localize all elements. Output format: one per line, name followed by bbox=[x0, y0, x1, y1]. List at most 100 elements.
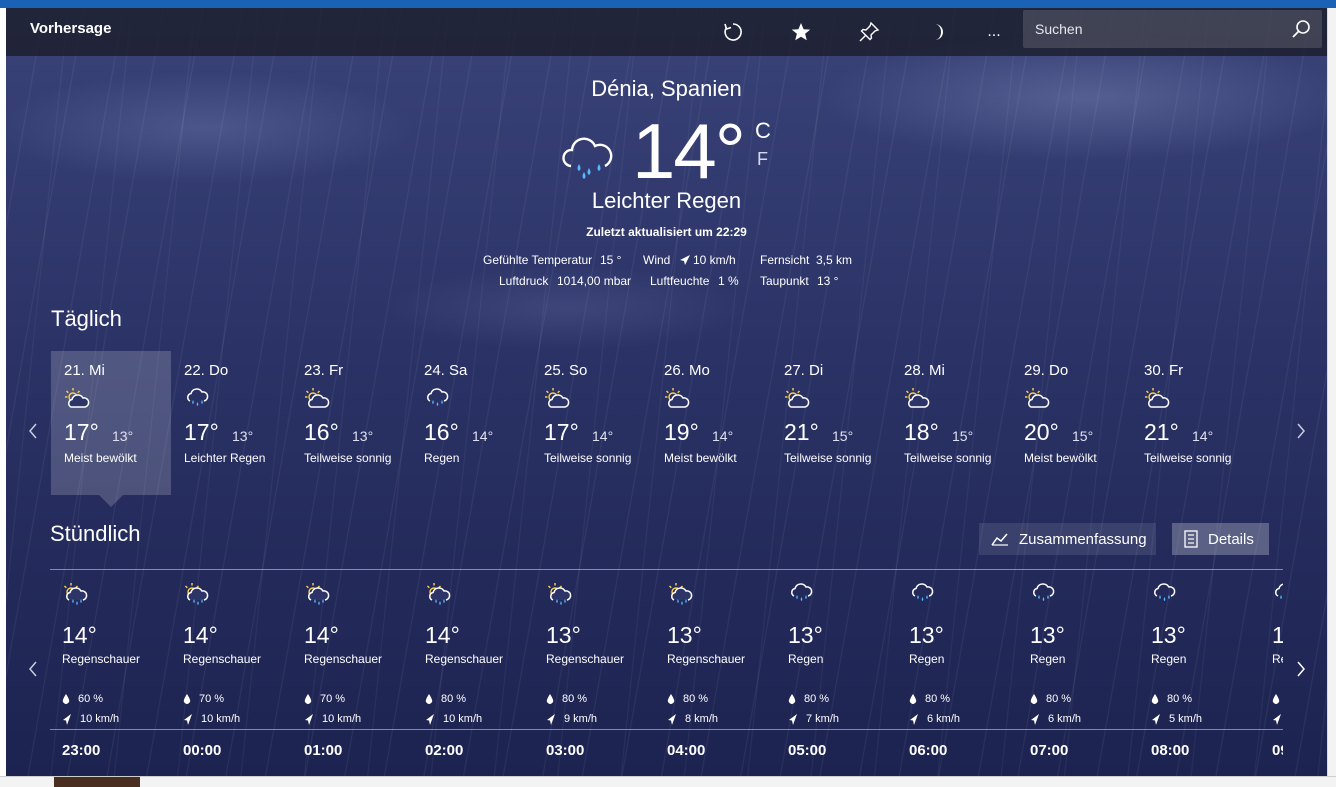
rain-cloud-icon bbox=[559, 136, 615, 189]
precipitation-icon bbox=[788, 693, 796, 704]
search-input[interactable] bbox=[1023, 10, 1283, 48]
hour-wind: 10 km/h bbox=[304, 713, 361, 725]
taskbar-thumbnail bbox=[54, 777, 140, 787]
hourly-forecast-item[interactable]: 14° Regenschauer 70 % 10 km/h 00:00 bbox=[171, 578, 292, 768]
more-button[interactable]: ... bbox=[976, 16, 1012, 48]
precipitation-icon bbox=[1030, 693, 1038, 704]
precipitation-icon bbox=[183, 693, 191, 704]
unit-fahrenheit-toggle[interactable]: F bbox=[757, 149, 768, 170]
daily-forecast-item[interactable]: 24. Sa 16° 14° Regen bbox=[411, 351, 531, 495]
hour-time: 08:00 bbox=[1151, 742, 1190, 759]
hourly-forecast-item[interactable]: 13° Regen 80 % 7 km/h 05:00 bbox=[776, 578, 897, 768]
hourly-forecast-item[interactable]: 13° Regenschauer 80 % 8 km/h 04:00 bbox=[655, 578, 776, 768]
hourly-forecast-item[interactable]: 14° Regenschauer 60 % 10 km/h 23:00 bbox=[50, 578, 171, 768]
hour-temp: 13° bbox=[788, 622, 823, 648]
daily-next-button[interactable] bbox=[1289, 415, 1313, 447]
precipitation-icon bbox=[1272, 693, 1280, 704]
favorite-button[interactable] bbox=[783, 16, 819, 48]
daily-forecast-item[interactable]: 28. Mi 18° 15° Teilweise sonnig bbox=[891, 351, 1011, 495]
chevron-right-icon bbox=[1297, 423, 1305, 439]
hourly-forecast-item[interactable]: 14° Regenschauer 80 % 10 km/h 02:00 bbox=[413, 578, 534, 768]
sun-rain-icon bbox=[546, 582, 572, 611]
day-date: 27. Di bbox=[784, 362, 824, 379]
moon-icon bbox=[935, 24, 943, 40]
summary-button[interactable]: Zusammenfassung bbox=[979, 523, 1156, 555]
wind-direction-icon bbox=[789, 713, 797, 725]
partly-sunny-icon bbox=[664, 387, 690, 414]
day-high-temp: 19° bbox=[664, 419, 699, 445]
wind-direction-icon bbox=[1031, 713, 1039, 725]
hour-precipitation: 80 % bbox=[1272, 693, 1283, 705]
chevron-right-icon bbox=[1297, 661, 1305, 677]
day-date: 28. Mi bbox=[904, 362, 945, 379]
hour-temp: 14° bbox=[62, 622, 97, 648]
day-date: 29. Do bbox=[1024, 362, 1069, 379]
daily-forecast-item[interactable]: 29. Do 20° 15° Meist bewölkt bbox=[1011, 351, 1131, 495]
chevron-left-icon bbox=[29, 423, 37, 439]
day-high-temp: 20° bbox=[1024, 419, 1059, 445]
wind-direction-icon bbox=[910, 713, 918, 725]
hour-wind-value: 9 km/h bbox=[564, 713, 598, 725]
day-high-temp: 17° bbox=[544, 419, 579, 445]
search-button[interactable] bbox=[1285, 13, 1317, 45]
sun-rain-icon bbox=[667, 582, 693, 611]
daily-forecast-item[interactable]: 30. Fr 21° 14° Teilweise sonnig bbox=[1131, 351, 1251, 495]
hourly-forecast-item[interactable]: 13° Regen 80 % 5 km/h 08:00 bbox=[1139, 578, 1260, 768]
daily-forecast-item[interactable]: 26. Mo 19° 14° Meist bewölkt bbox=[651, 351, 771, 495]
daily-prev-button[interactable] bbox=[21, 415, 45, 447]
rain-cloud-icon bbox=[788, 582, 814, 609]
feels-like-label: Gefühlte Temperatur bbox=[483, 253, 593, 267]
hour-wind: 5 km/h bbox=[1272, 713, 1283, 725]
location-name: Dénia, Spanien bbox=[591, 76, 742, 101]
hour-time: 01:00 bbox=[304, 742, 343, 759]
hour-wind: 10 km/h bbox=[62, 713, 119, 725]
hour-time: 00:00 bbox=[183, 742, 222, 759]
day-condition: Teilweise sonnig bbox=[784, 451, 872, 465]
hour-time: 02:00 bbox=[425, 742, 464, 759]
hourly-forecast-list: 14° Regenschauer 60 % 10 km/h 23:00 14° Regens… bbox=[50, 578, 1283, 768]
hour-precipitation-value: 70 % bbox=[199, 693, 225, 705]
hourly-forecast-item[interactable]: 14° Regenschauer 70 % 10 km/h 01:00 bbox=[292, 578, 413, 768]
day-date: 23. Fr bbox=[304, 362, 344, 379]
pressure-value: 1014,00 mbar bbox=[557, 274, 632, 288]
hourly-next-button[interactable] bbox=[1289, 653, 1313, 685]
partly-sunny-icon bbox=[784, 387, 810, 414]
hourly-forecast-item[interactable]: 13° Regen 80 % 5 km/h 09:00 bbox=[1260, 578, 1283, 768]
hourly-prev-button[interactable] bbox=[21, 653, 45, 685]
hourly-forecast-item[interactable]: 13° Regen 80 % 6 km/h 07:00 bbox=[1018, 578, 1139, 768]
hour-condition: Regen bbox=[1272, 652, 1283, 666]
partly-sunny-icon bbox=[304, 387, 330, 414]
day-condition: Teilweise sonnig bbox=[544, 451, 632, 465]
hour-precipitation: 70 % bbox=[183, 693, 224, 705]
wind-direction-icon bbox=[668, 713, 676, 725]
wind-direction-icon bbox=[426, 713, 434, 725]
hourly-forecast-item[interactable]: 13° Regen 80 % 6 km/h 06:00 bbox=[897, 578, 1018, 768]
sun-rain-icon bbox=[425, 582, 451, 611]
hour-precipitation: 70 % bbox=[304, 693, 345, 705]
hour-temp: 14° bbox=[304, 622, 339, 648]
wind-direction-icon bbox=[305, 713, 313, 725]
hour-temp: 14° bbox=[425, 622, 460, 648]
day-high-temp: 17° bbox=[64, 419, 99, 445]
hour-time: 04:00 bbox=[667, 742, 706, 759]
daily-forecast-item[interactable]: 23. Fr 16° 13° Teilweise sonnig bbox=[291, 351, 411, 495]
pin-button[interactable] bbox=[851, 16, 887, 48]
hour-condition: Regen bbox=[1151, 652, 1187, 666]
hourly-forecast-item[interactable]: 13° Regenschauer 80 % 9 km/h 03:00 bbox=[534, 578, 655, 768]
precipitation-icon bbox=[546, 693, 554, 704]
dark-mode-button[interactable] bbox=[919, 16, 955, 48]
star-icon bbox=[791, 23, 811, 41]
day-high-temp: 16° bbox=[424, 419, 459, 445]
rain-cloud-icon bbox=[909, 582, 935, 609]
daily-forecast-item[interactable]: 27. Di 21° 15° Teilweise sonnig bbox=[771, 351, 891, 495]
hour-precipitation: 80 % bbox=[1151, 693, 1192, 705]
details-button[interactable]: Details bbox=[1172, 523, 1269, 555]
daily-forecast-item[interactable]: 25. So 17° 14° Teilweise sonnig bbox=[531, 351, 651, 495]
daily-forecast-item[interactable]: 22. Do 17° 13° Leichter Regen bbox=[171, 351, 291, 495]
hour-wind-value: 10 km/h bbox=[80, 713, 120, 725]
day-date: 26. Mo bbox=[664, 362, 710, 379]
refresh-button[interactable] bbox=[715, 16, 751, 48]
daily-forecast-item[interactable]: 21. Mi 17° 13° Meist bewölkt bbox=[51, 351, 171, 507]
hour-temp: 13° bbox=[1272, 622, 1283, 648]
unit-celsius-toggle[interactable]: C bbox=[755, 118, 771, 144]
